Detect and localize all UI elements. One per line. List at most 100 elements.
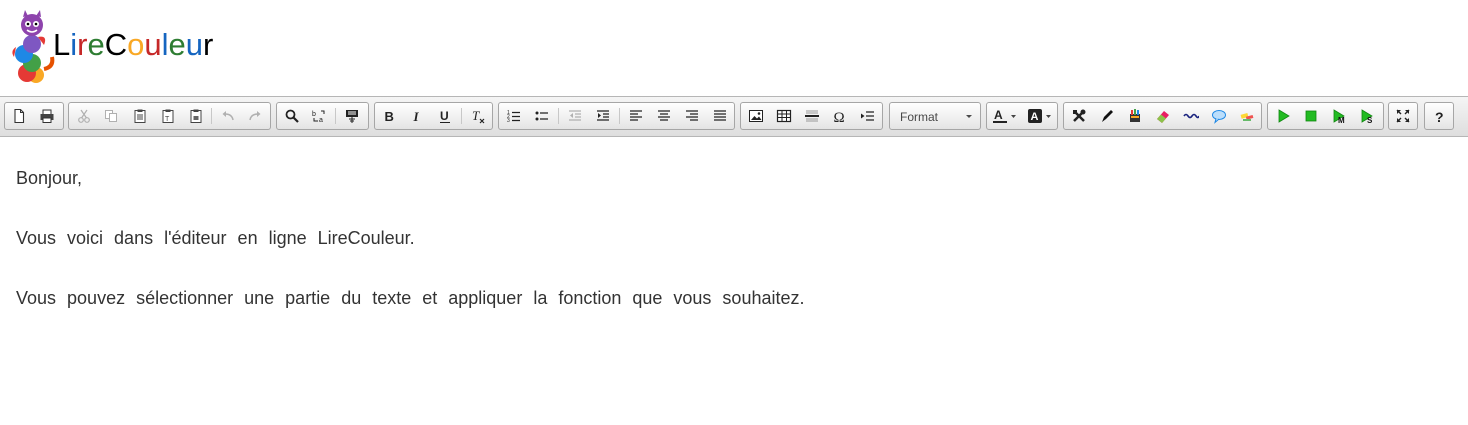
horizontal-line-icon <box>805 110 819 122</box>
svg-text:B: B <box>385 109 394 124</box>
highlighter-button[interactable] <box>1236 106 1258 126</box>
outdent-button[interactable] <box>564 106 586 126</box>
image-button[interactable] <box>745 106 767 126</box>
wave-line-button[interactable] <box>1180 106 1202 126</box>
toolbar-group-paragraph: 123 <box>498 102 735 130</box>
svg-text:I: I <box>413 109 420 124</box>
logo-letter: u <box>185 27 203 62</box>
svg-text:M: M <box>1338 116 1345 124</box>
horizontal-line-button[interactable] <box>801 106 823 126</box>
image-icon <box>749 110 763 122</box>
paste-text-button[interactable]: T <box>157 106 179 126</box>
replace-button[interactable]: ba <box>308 106 330 126</box>
bold-button[interactable]: B <box>378 106 400 126</box>
toolbar-group-playback: M S <box>1267 102 1384 130</box>
text-color-button[interactable]: A <box>990 106 1020 126</box>
paste-word-icon <box>190 109 202 123</box>
numbered-list-icon: 123 <box>507 110 520 124</box>
paragraph-greeting: Bonjour, <box>16 168 83 188</box>
play-s-button[interactable]: S <box>1356 106 1378 126</box>
templates-icon <box>346 110 358 123</box>
speech-bubble-button[interactable] <box>1208 106 1230 126</box>
colored-pencils-button[interactable] <box>1124 106 1146 126</box>
pen-button[interactable] <box>1096 106 1118 126</box>
background-color-button[interactable]: A <box>1025 106 1055 126</box>
redo-button[interactable] <box>244 106 266 126</box>
stop-button[interactable] <box>1300 106 1322 126</box>
svg-text:U: U <box>440 109 449 123</box>
underline-button[interactable]: U <box>434 106 456 126</box>
indent-button[interactable] <box>592 106 614 126</box>
play-m-button[interactable]: M <box>1328 106 1350 126</box>
logo-letter: i <box>70 27 78 62</box>
numbered-list-button[interactable]: 123 <box>503 106 525 126</box>
find-icon <box>285 109 299 123</box>
paste-button[interactable] <box>129 106 151 126</box>
underline-icon: U <box>440 109 450 123</box>
logo-letter: u <box>144 27 162 62</box>
svg-text:?: ? <box>1435 109 1444 124</box>
align-center-button[interactable] <box>653 106 675 126</box>
templates-button[interactable] <box>341 106 363 126</box>
toolbar-separator <box>619 108 620 124</box>
logo-letter: C <box>104 27 128 62</box>
special-char-icon: Ω <box>834 110 845 124</box>
logo-letter: e <box>168 27 186 62</box>
pen-icon <box>1102 110 1113 122</box>
logo-wordmark: LireCouleur <box>53 27 213 63</box>
play-icon <box>1278 109 1290 123</box>
italic-icon: I <box>413 109 420 124</box>
paste-word-button[interactable] <box>185 106 207 126</box>
toolbar-group-maximize <box>1388 102 1418 130</box>
logo-letter: e <box>87 27 105 62</box>
align-right-icon <box>686 110 698 121</box>
play-button[interactable] <box>1272 106 1294 126</box>
remove-format-button[interactable]: T <box>467 106 489 126</box>
svg-text:T: T <box>472 108 480 123</box>
redo-icon <box>249 111 261 121</box>
cut-button[interactable] <box>73 106 95 126</box>
italic-button[interactable]: I <box>406 106 428 126</box>
speech-bubble-icon <box>1212 110 1226 124</box>
new-page-icon <box>14 108 25 124</box>
undo-button[interactable] <box>217 106 239 126</box>
bulleted-list-button[interactable] <box>531 106 553 126</box>
editor-content-area[interactable]: Bonjour, Vous voici dans l'éditeur en li… <box>0 137 1468 425</box>
tools-button[interactable] <box>1068 106 1090 126</box>
format-dropdown[interactable]: Format <box>889 102 981 130</box>
special-char-button[interactable]: Ω <box>829 106 851 126</box>
svg-text:3: 3 <box>507 118 510 124</box>
copy-icon <box>105 110 117 122</box>
maximize-button[interactable] <box>1392 106 1414 126</box>
table-button[interactable] <box>773 106 795 126</box>
logo-letter: o <box>127 27 145 62</box>
indent-icon <box>597 110 609 121</box>
editor-toolbar: T ba B I U T 1 2 3 Ω Format A A M S ? <box>0 96 1468 137</box>
page-break-button[interactable] <box>857 106 879 126</box>
svg-text:T: T <box>165 116 170 123</box>
toolbar-separator <box>461 108 462 124</box>
new-page-button[interactable] <box>8 106 30 126</box>
justify-button[interactable] <box>709 106 731 126</box>
toolbar-group-find: ba <box>276 102 369 130</box>
align-left-icon <box>630 110 642 121</box>
find-button[interactable] <box>281 106 303 126</box>
logo-letter: r <box>77 27 88 62</box>
highlighter-icon <box>1240 113 1254 121</box>
copy-button[interactable] <box>100 106 122 126</box>
align-left-button[interactable] <box>625 106 647 126</box>
caterpillar-logo-icon <box>12 10 55 83</box>
maximize-icon <box>1396 109 1410 123</box>
print-button[interactable] <box>36 106 58 126</box>
help-button[interactable]: ? <box>1428 106 1450 126</box>
eraser-button[interactable] <box>1152 106 1174 126</box>
justify-icon <box>714 110 726 121</box>
chevron-down-icon <box>966 115 972 118</box>
paste-text-icon: T <box>162 109 174 123</box>
print-icon <box>40 109 54 123</box>
paste-icon <box>134 109 146 123</box>
paragraph-intro: Vous voici dans l'éditeur en ligne LireC… <box>16 228 415 248</box>
align-right-button[interactable] <box>681 106 703 126</box>
svg-text:S: S <box>1367 116 1373 124</box>
toolbar-separator <box>211 108 212 124</box>
